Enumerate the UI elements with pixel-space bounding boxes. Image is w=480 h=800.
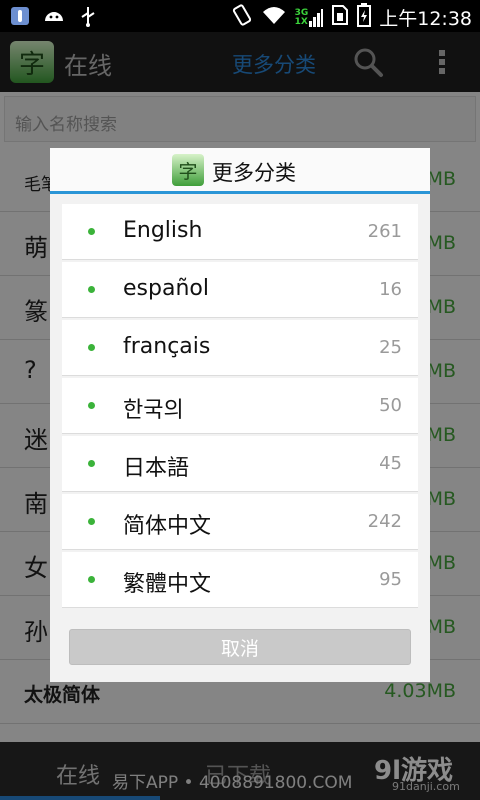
status-time: 上午12:38 [379,7,472,30]
language-name: English [123,218,203,243]
language-list: English 261 español 16 français 25 한국의 5… [62,204,418,610]
language-item-japanese[interactable]: 日本語 45 [62,436,418,492]
battery-icon [357,3,372,31]
vibrate-icon [231,3,253,31]
wifi-icon [261,4,287,30]
language-name: 한국의 [123,398,184,423]
language-count: 16 [379,279,402,300]
category-dialog: 字 更多分类 English 261 español 16 français 2… [50,148,430,682]
bullet-icon [88,286,95,293]
language-name: 日本語 [123,456,190,481]
language-item-simplified-chinese[interactable]: 简体中文 242 [62,494,418,550]
bullet-icon [88,402,95,409]
signal-icon: 3G 1X [295,7,324,27]
dialog-header: 字 更多分类 [50,148,430,194]
dialog-app-icon: 字 [172,154,204,186]
dialog-title: 更多分类 [212,161,296,185]
language-item-traditional-chinese[interactable]: 繁體中文 95 [62,552,418,608]
language-count: 50 [379,395,402,416]
language-name: 繁體中文 [123,572,212,597]
language-count: 242 [367,511,402,532]
language-name: español [123,276,209,301]
language-count: 95 [379,569,402,590]
language-count: 261 [367,221,402,242]
language-item-korean[interactable]: 한국의 50 [62,378,418,434]
cancel-button[interactable]: 取消 [69,629,411,665]
language-name: français [123,334,211,359]
bullet-icon [88,460,95,467]
bullet-icon [88,518,95,525]
bullet-icon [88,228,95,235]
language-item-espanol[interactable]: español 16 [62,262,418,318]
language-item-francais[interactable]: français 25 [62,320,418,376]
bullet-icon [88,344,95,351]
status-bar: 3G 1X 上午12:38 [0,0,480,32]
language-count: 25 [379,337,402,358]
notification-icons [8,4,100,28]
language-name: 简体中文 [123,514,212,539]
language-item-english[interactable]: English 261 [62,204,418,260]
bullet-icon [88,576,95,583]
usb-debug-icon [8,4,32,28]
system-icons: 3G 1X 上午12:38 [231,3,472,31]
dialog-icon-char: 字 [178,160,198,183]
language-count: 45 [379,453,402,474]
sim-icon [331,4,349,30]
android-icon [42,4,66,28]
usb-icon [76,4,100,28]
network-subtype-label: 1X [294,17,308,27]
